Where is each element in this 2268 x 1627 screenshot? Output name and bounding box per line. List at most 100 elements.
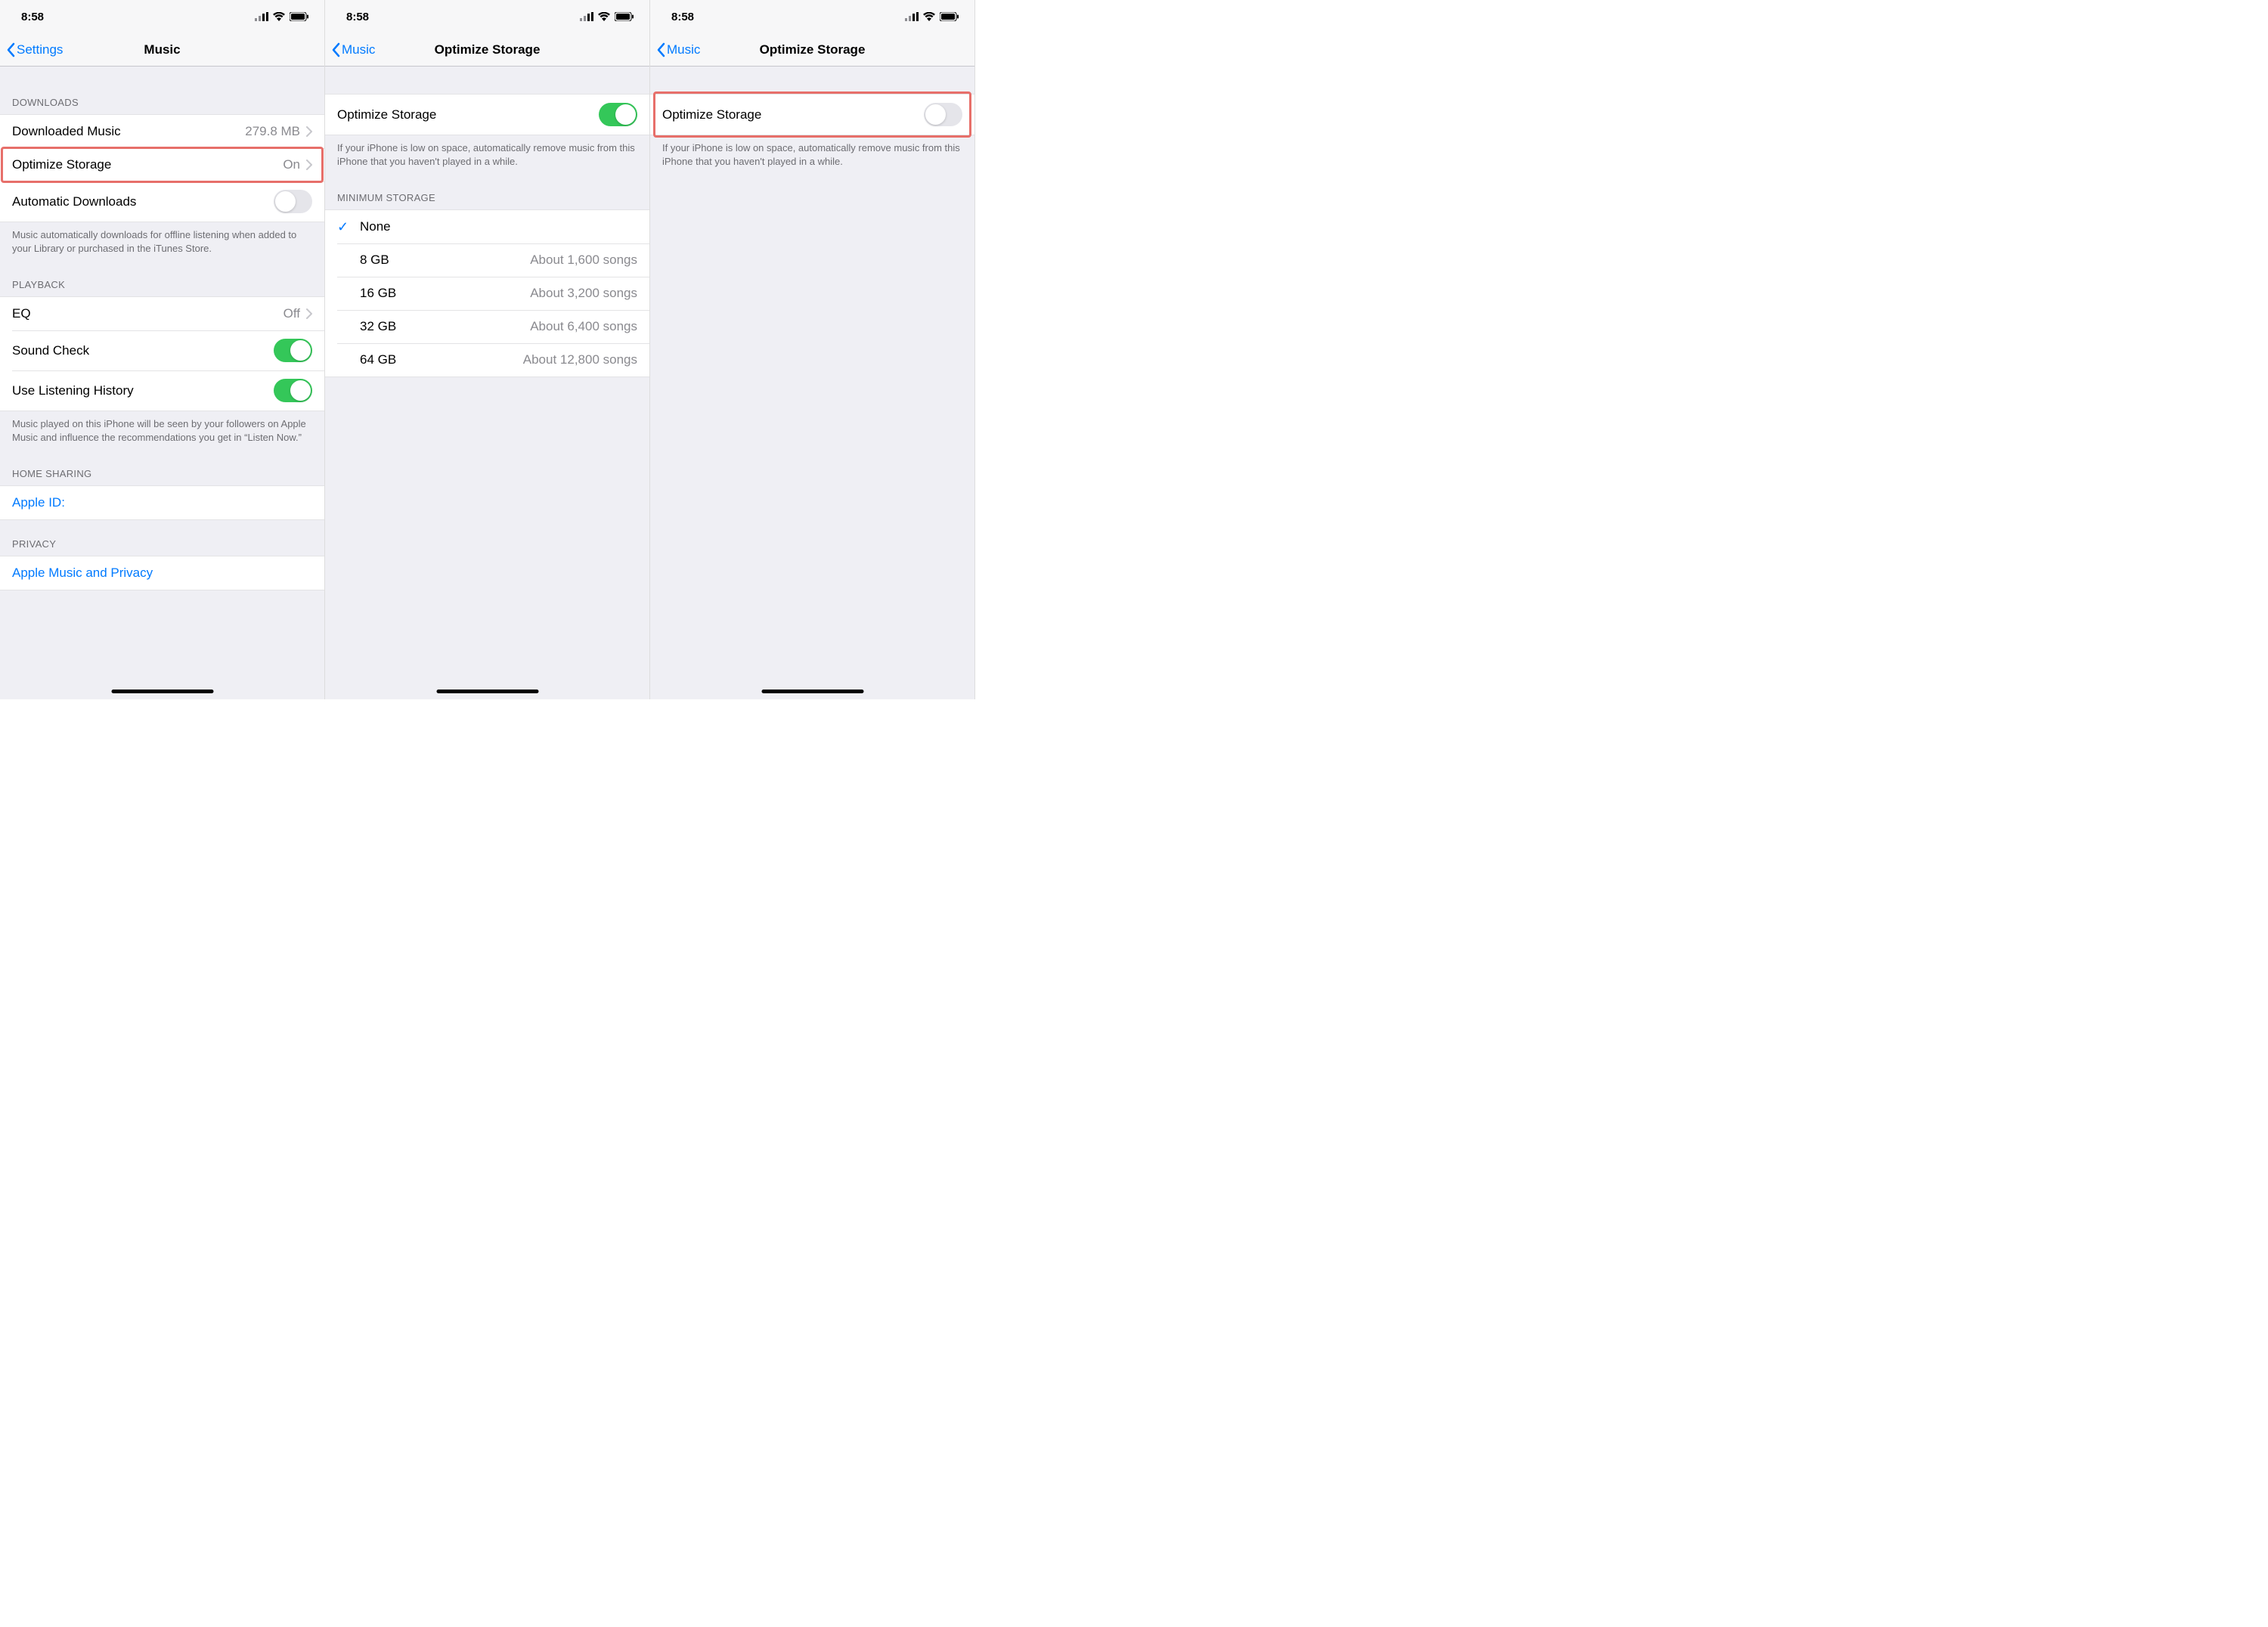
storage-option-row[interactable]: 8 GBAbout 1,600 songs <box>325 243 649 277</box>
storage-option-detail: About 12,800 songs <box>523 352 637 367</box>
optimize-note: If your iPhone is low on space, automati… <box>650 135 974 174</box>
chevron-right-icon <box>306 160 312 170</box>
battery-icon <box>290 12 309 21</box>
status-icons <box>255 12 309 21</box>
minimum-storage-group: ✓None8 GBAbout 1,600 songs16 GBAbout 3,2… <box>325 209 649 377</box>
screen-optimize-on: 8:58 Music Optimize Storage Optimize Sto… <box>325 0 650 699</box>
home-indicator[interactable] <box>436 690 538 693</box>
chevron-right-icon <box>306 126 312 137</box>
apple-id-row[interactable]: Apple ID: <box>0 486 324 519</box>
home-indicator[interactable] <box>111 690 213 693</box>
storage-option-label: 8 GB <box>360 253 530 268</box>
screen-optimize-off: 8:58 Music Optimize Storage Optimize Sto… <box>650 0 975 699</box>
sound-check-toggle[interactable] <box>274 339 312 362</box>
optimize-toggle-group: Optimize Storage <box>650 94 974 135</box>
optimize-storage-toggle[interactable] <box>924 103 962 126</box>
downloads-group: Downloaded Music 279.8 MB Optimize Stora… <box>0 114 324 222</box>
status-time: 8:58 <box>21 11 44 23</box>
back-label: Music <box>667 42 700 57</box>
storage-option-detail: About 1,600 songs <box>530 253 637 268</box>
wifi-icon <box>273 12 285 21</box>
section-header-home-sharing: HOME SHARING <box>0 450 324 485</box>
screen-music-settings: 8:58 Settings Music DOWNLOADS Downloaded… <box>0 0 325 699</box>
playback-group: EQ Off Sound Check Use Listening History <box>0 296 324 411</box>
status-bar: 8:58 <box>650 0 974 33</box>
status-bar: 8:58 <box>0 0 324 33</box>
content: Optimize Storage If your iPhone is low o… <box>650 67 974 174</box>
back-button[interactable]: Music <box>325 42 375 57</box>
nav-bar: Music Optimize Storage <box>325 33 649 67</box>
optimize-storage-row[interactable]: Optimize Storage On <box>0 148 324 181</box>
home-sharing-group: Apple ID: <box>0 485 324 520</box>
storage-option-row[interactable]: 32 GBAbout 6,400 songs <box>325 310 649 343</box>
chevron-right-icon <box>306 308 312 319</box>
listening-history-row: Use Listening History <box>0 370 324 411</box>
storage-option-label: 16 GB <box>360 286 530 301</box>
downloads-note: Music automatically downloads for offlin… <box>0 222 324 261</box>
apple-music-privacy-row[interactable]: Apple Music and Privacy <box>0 556 324 590</box>
sound-check-label: Sound Check <box>12 343 274 358</box>
chevron-left-icon <box>331 42 340 57</box>
content: DOWNLOADS Downloaded Music 279.8 MB Opti… <box>0 67 324 590</box>
chevron-left-icon <box>6 42 15 57</box>
optimize-storage-toggle[interactable] <box>599 103 637 126</box>
playback-note: Music played on this iPhone will be seen… <box>0 411 324 450</box>
section-header-playback: PLAYBACK <box>0 261 324 296</box>
back-button[interactable]: Music <box>650 42 700 57</box>
optimize-storage-toggle-row: Optimize Storage <box>650 95 974 135</box>
cellular-icon <box>255 12 268 21</box>
status-time: 8:58 <box>346 11 369 23</box>
downloaded-music-value: 279.8 MB <box>245 124 300 139</box>
automatic-downloads-toggle[interactable] <box>274 190 312 213</box>
privacy-group: Apple Music and Privacy <box>0 556 324 590</box>
nav-bar: Music Optimize Storage <box>650 33 974 67</box>
cellular-icon <box>905 12 919 21</box>
battery-icon <box>940 12 959 21</box>
listening-history-label: Use Listening History <box>12 383 274 398</box>
optimize-storage-toggle-row: Optimize Storage <box>325 95 649 135</box>
status-bar: 8:58 <box>325 0 649 33</box>
status-icons <box>905 12 959 21</box>
nav-bar: Settings Music <box>0 33 324 67</box>
wifi-icon <box>598 12 610 21</box>
storage-option-label: 32 GB <box>360 319 530 334</box>
storage-option-row[interactable]: 64 GBAbout 12,800 songs <box>325 343 649 377</box>
listening-history-toggle[interactable] <box>274 379 312 402</box>
back-button[interactable]: Settings <box>0 42 63 57</box>
sound-check-row: Sound Check <box>0 330 324 370</box>
home-indicator[interactable] <box>761 690 863 693</box>
apple-music-privacy-label: Apple Music and Privacy <box>12 566 312 581</box>
section-header-privacy: PRIVACY <box>0 520 324 556</box>
section-header-minimum-storage: MINIMUM STORAGE <box>325 174 649 209</box>
storage-option-row[interactable]: ✓None <box>325 210 649 243</box>
back-label: Settings <box>17 42 63 57</box>
wifi-icon <box>923 12 935 21</box>
optimize-note: If your iPhone is low on space, automati… <box>325 135 649 174</box>
storage-option-label: 64 GB <box>360 352 523 367</box>
status-icons <box>580 12 634 21</box>
battery-icon <box>615 12 634 21</box>
eq-value: Off <box>284 306 300 321</box>
status-time: 8:58 <box>671 11 694 23</box>
cellular-icon <box>580 12 593 21</box>
optimize-storage-toggle-label: Optimize Storage <box>662 107 924 122</box>
eq-row[interactable]: EQ Off <box>0 297 324 330</box>
content: Optimize Storage If your iPhone is low o… <box>325 67 649 377</box>
automatic-downloads-row: Automatic Downloads <box>0 181 324 222</box>
storage-option-label: None <box>360 219 637 234</box>
apple-id-label: Apple ID: <box>12 495 312 510</box>
optimize-storage-value: On <box>283 157 300 172</box>
storage-option-row[interactable]: 16 GBAbout 3,200 songs <box>325 277 649 310</box>
downloaded-music-label: Downloaded Music <box>12 124 245 139</box>
eq-label: EQ <box>12 306 284 321</box>
automatic-downloads-label: Automatic Downloads <box>12 194 274 209</box>
storage-option-detail: About 3,200 songs <box>530 286 637 301</box>
optimize-storage-toggle-label: Optimize Storage <box>337 107 599 122</box>
optimize-toggle-group: Optimize Storage <box>325 94 649 135</box>
check-icon: ✓ <box>337 219 360 235</box>
section-header-downloads: DOWNLOADS <box>0 67 324 114</box>
chevron-left-icon <box>656 42 665 57</box>
storage-option-detail: About 6,400 songs <box>530 319 637 334</box>
downloaded-music-row[interactable]: Downloaded Music 279.8 MB <box>0 115 324 148</box>
back-label: Music <box>342 42 375 57</box>
